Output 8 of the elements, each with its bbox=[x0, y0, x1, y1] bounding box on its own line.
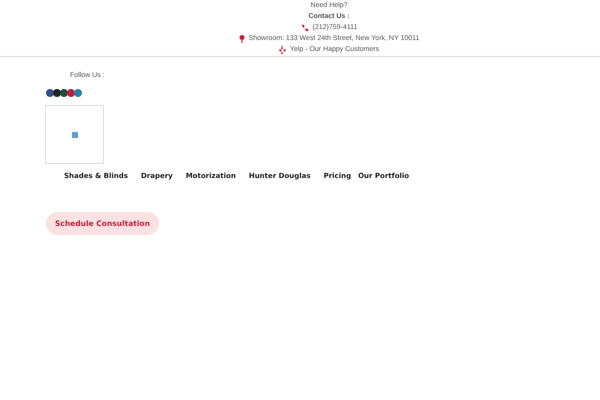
social-icon[interactable] bbox=[46, 89, 54, 97]
social-icon[interactable] bbox=[53, 89, 61, 97]
social-icon[interactable] bbox=[60, 89, 68, 97]
phone-icon bbox=[300, 24, 309, 32]
yelp-icon bbox=[278, 45, 286, 54]
social-icon[interactable] bbox=[67, 89, 75, 97]
broken-image-icon bbox=[72, 132, 78, 138]
location-pin-icon bbox=[238, 34, 245, 42]
